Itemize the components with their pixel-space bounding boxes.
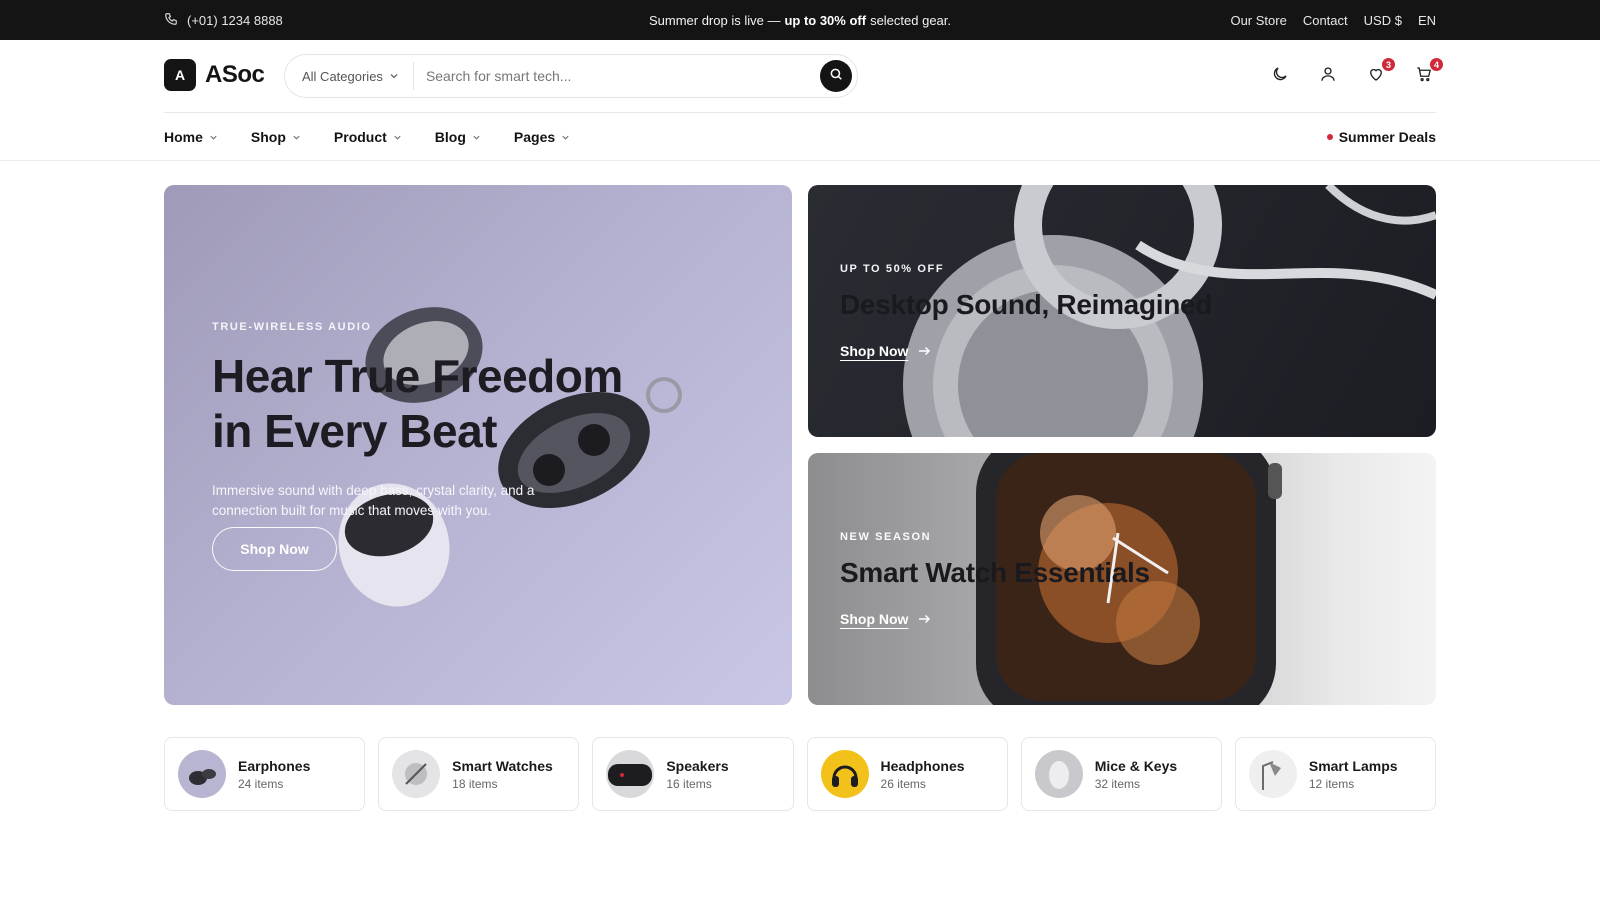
hero-main-eyebrow: TRUE-WIRELESS AUDIO [212, 321, 372, 333]
account-button[interactable] [1316, 64, 1340, 88]
search-icon [829, 67, 843, 86]
category-select[interactable]: All Categories [285, 62, 414, 90]
category-strip: Earphones 24 items Smart Watches 18 item… [164, 737, 1437, 811]
wishlist-button[interactable]: 3 [1364, 57, 1396, 88]
hero-main-title-line2: in Every Beat [212, 405, 497, 457]
nav-item-pages[interactable]: Pages [514, 129, 570, 145]
hero-a-link-label: Shop Now [840, 343, 909, 359]
category-name: Smart Watches [452, 757, 553, 774]
contact-link[interactable]: Contact [1303, 13, 1348, 28]
nav-item-blog[interactable]: Blog [435, 129, 481, 145]
category-card-smart-lamps[interactable]: Smart Lamps 12 items [1234, 737, 1437, 811]
hero-b-shop-link[interactable]: Shop Now [840, 611, 931, 627]
category-card-headphones[interactable]: Headphones 26 items [806, 737, 1008, 811]
arrow-right-icon [918, 611, 931, 627]
hero-b-title: Smart Watch Essentials [840, 557, 1150, 588]
chevron-down-icon [561, 129, 570, 145]
top-bar: (+01) 1234 8888 Summer drop is live — up… [0, 0, 1600, 40]
hero-main-title-line1: Hear True Freedom [212, 350, 623, 402]
user-icon [1319, 65, 1337, 88]
logo-text: ASoc [205, 61, 265, 88]
category-card-mice-keys[interactable]: Mice & Keys 32 items [1020, 737, 1222, 811]
hero-smart-watch-banner: NEW SEASON Smart Watch Essentials Shop N… [808, 453, 1436, 705]
category-count: 18 items [452, 776, 498, 791]
logo-mark: A [164, 59, 196, 91]
mice-keys-thumbnail [1034, 750, 1083, 798]
promo-prefix: Summer drop is live — [648, 12, 781, 28]
earphones-thumbnail [178, 750, 226, 798]
nav-item-product[interactable]: Product [334, 129, 402, 145]
moon-icon [1271, 65, 1289, 88]
category-card-smart-watches[interactable]: Smart Watches 18 items [378, 737, 580, 811]
language-select[interactable]: EN [1418, 13, 1436, 28]
category-card-earphones[interactable]: Earphones 24 items [164, 737, 366, 811]
category-count: 12 items [1308, 776, 1355, 791]
chevron-down-icon [472, 129, 481, 145]
category-count: 26 items [880, 776, 926, 791]
search-bar: All Categories [284, 54, 858, 98]
dark-mode-toggle[interactable] [1268, 64, 1292, 88]
hero-b-eyebrow: NEW SEASON [840, 531, 932, 543]
hero-desktop-sound-banner: UP TO 50% OFF Desktop Sound, Reimagined … [808, 185, 1436, 437]
category-name: Mice & Keys [1094, 757, 1178, 774]
summer-deals-link[interactable]: Summer Deals [1326, 113, 1436, 161]
chevron-down-icon [389, 69, 399, 84]
nav-label: Shop [250, 129, 286, 145]
category-select-label: All Categories [302, 68, 383, 84]
nav-label: Product [333, 129, 387, 145]
hero-main-banner: TRUE-WIRELESS AUDIO Hear True Freedom in… [164, 185, 792, 705]
category-name: Headphones [880, 757, 965, 774]
promo-suffix: selected gear. [870, 12, 952, 28]
hero-a-eyebrow: UP TO 50% OFF [840, 263, 945, 275]
main-nav: Home Shop Product Blog Pages Summer Deal… [0, 113, 1600, 161]
cart-count-badge: 4 [1429, 57, 1444, 72]
hero-b-link-label: Shop Now [840, 611, 909, 627]
speakers-thumbnail [606, 750, 655, 798]
category-name: Smart Lamps [1308, 757, 1398, 774]
smart-lamps-thumbnail [1248, 750, 1297, 798]
category-card-speakers[interactable]: Speakers 16 items [592, 737, 794, 811]
phone-number: (+01) 1234 8888 [187, 12, 283, 28]
site-header: A ASoc All Categories Search for smart t… [0, 40, 1600, 113]
category-count: 16 items [666, 776, 712, 791]
chevron-down-icon [209, 129, 218, 145]
cart-button[interactable]: 4 [1412, 57, 1444, 88]
nav-label: Blog [434, 129, 466, 145]
headphones-thumbnail [820, 750, 869, 798]
nav-label: Home [164, 129, 203, 145]
category-name: Speakers [666, 757, 729, 774]
hero-a-shop-link[interactable]: Shop Now [840, 343, 931, 359]
wishlist-count-badge: 3 [1381, 57, 1396, 72]
nav-item-home[interactable]: Home [164, 129, 218, 145]
phone-contact[interactable]: (+01) 1234 8888 [164, 0, 283, 40]
category-count: 24 items [238, 776, 284, 791]
summer-deals-label: Summer Deals [1338, 129, 1436, 145]
promo-highlight: up to 30% off [784, 12, 867, 28]
search-input[interactable] [413, 68, 820, 84]
hero-main-title: Hear True Freedom in Every Beat [212, 349, 682, 459]
phone-icon [164, 12, 178, 29]
chevron-down-icon [393, 129, 402, 145]
smart-watches-thumbnail [392, 750, 441, 798]
deal-dot-icon [1326, 134, 1333, 140]
search-button[interactable] [820, 60, 852, 92]
category-count: 32 items [1094, 776, 1141, 791]
nav-label: Pages [513, 129, 556, 145]
hero-a-title: Desktop Sound, Reimagined [840, 289, 1213, 320]
arrow-right-icon [918, 343, 931, 359]
hero-main-shop-button[interactable]: Shop Now [212, 527, 337, 571]
logo[interactable]: A ASoc [164, 59, 265, 91]
category-name: Earphones [238, 757, 311, 774]
currency-select[interactable]: USD $ [1364, 13, 1402, 28]
hero-main-description: Immersive sound with deep bass, crystal … [212, 483, 535, 518]
our-store-link[interactable]: Our Store [1230, 13, 1286, 28]
nav-item-shop[interactable]: Shop [251, 129, 301, 145]
chevron-down-icon [292, 129, 301, 145]
